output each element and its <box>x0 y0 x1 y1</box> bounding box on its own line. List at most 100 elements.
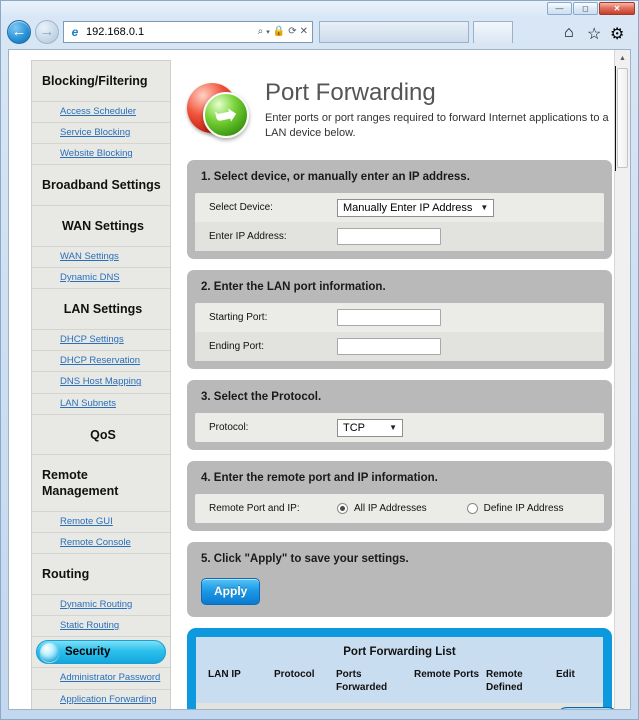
sidebar-item-dynamic-routing[interactable]: Dynamic Routing <box>32 595 170 616</box>
radio-all-ip-addresses[interactable] <box>337 503 348 514</box>
column-header-remote-ports: Remote Ports <box>414 669 480 680</box>
section-2-heading: 2. Enter the LAN port information. <box>201 281 386 293</box>
select-device-row: Select Device: Manually Enter IP Address… <box>195 193 604 222</box>
sidebar-item-dhcp-settings[interactable]: DHCP Settings <box>32 330 170 351</box>
page-header: ➥ Port Forwarding Enter ports or port ra… <box>187 60 612 160</box>
sidebar-item-static-routing[interactable]: Static Routing <box>32 616 170 638</box>
list-header-row: LAN IP Protocol Ports Forwarded Remote P… <box>196 666 603 703</box>
port-forwarding-list: Port Forwarding List LAN IP Protocol Por… <box>196 637 619 709</box>
sidebar: Blocking/Filtering Access Scheduler Serv… <box>31 60 171 710</box>
maximize-button[interactable]: ◻ <box>573 2 598 15</box>
sidebar-item-dynamic-dns[interactable]: Dynamic DNS <box>32 268 170 290</box>
remove-button[interactable]: Remove <box>556 707 619 709</box>
sidebar-item-access-scheduler[interactable]: Access Scheduler <box>32 102 170 123</box>
page-scrollbar[interactable]: ▲ <box>614 50 630 709</box>
green-sphere-icon: ➥ <box>203 92 249 138</box>
radio-define-ip-group[interactable]: Define IP Address <box>466 503 564 514</box>
radio-all-ip-group[interactable]: All IP Addresses <box>337 503 427 514</box>
search-icon[interactable]: ⌕ <box>258 26 264 37</box>
url-text[interactable]: 192.168.0.1 <box>86 26 254 38</box>
refresh-icon[interactable]: ⟳ <box>288 26 296 37</box>
port-forwarding-list-panel: Port Forwarding List LAN IP Protocol Por… <box>187 628 619 709</box>
ending-port-input[interactable] <box>337 338 441 355</box>
enter-ip-row: Enter IP Address: <box>195 222 604 251</box>
apply-button[interactable]: Apply <box>201 578 261 605</box>
browser-tab[interactable] <box>473 20 513 43</box>
favorites-icon[interactable]: ☆ <box>587 24 603 43</box>
address-bar[interactable]: e 192.168.0.1 ⌕ ▾ 🔒 ⟳ ✕ <box>63 20 313 43</box>
protocol-row: Protocol: TCP ▼ <box>195 413 604 442</box>
sidebar-heading-remote-management: Remote Management <box>32 455 170 512</box>
enter-ip-label: Enter IP Address: <box>209 231 287 242</box>
page-viewport: Blocking/Filtering Access Scheduler Serv… <box>8 49 631 710</box>
select-device-value: Manually Enter IP Address <box>343 201 473 214</box>
sidebar-group-wan: WAN Settings WAN Settings Dynamic DNS <box>32 206 170 290</box>
column-header-remote-defined: Remote Defined <box>486 669 523 693</box>
radio-define-ip-address[interactable] <box>466 503 478 514</box>
sidebar-item-dns-host-mapping[interactable]: DNS Host Mapping <box>32 372 170 394</box>
protocol-label: Protocol: <box>209 422 249 433</box>
toolbar-icons: ⌂ ☆ ⚙ <box>564 24 632 43</box>
section-5-heading: 5. Click "Apply" to save your settings. <box>201 553 409 565</box>
page-title: Port Forwarding <box>265 79 436 106</box>
chevron-down-icon: ▼ <box>480 203 489 212</box>
page-header-text: Port Forwarding Enter ports or port rang… <box>265 79 612 141</box>
starting-port-row: Starting Port: <box>195 303 604 332</box>
chevron-down-icon: ▼ <box>389 423 397 432</box>
enter-ip-input[interactable] <box>337 228 441 245</box>
remote-port-row: Remote Port and IP: All IP Addresses Def… <box>195 494 604 523</box>
radio-all-ip-label: All IP Addresses <box>354 503 427 514</box>
close-button[interactable]: ✕ <box>599 2 635 15</box>
list-title: Port Forwarding List <box>343 646 456 658</box>
port-forwarding-icon: ➥ <box>187 80 253 142</box>
scroll-thumb[interactable] <box>617 68 628 168</box>
sidebar-item-dhcp-reservation[interactable]: DHCP Reservation <box>32 351 170 373</box>
sidebar-heading-lan: LAN Settings <box>32 289 170 330</box>
sidebar-item-remote-console[interactable]: Remote Console <box>32 533 170 555</box>
scroll-track-line <box>615 66 616 171</box>
page-description: Enter ports or port ranges required to f… <box>265 112 609 140</box>
sidebar-item-website-blocking[interactable]: Website Blocking <box>32 144 170 166</box>
chevron-down-icon[interactable]: ▾ <box>266 28 270 36</box>
sidebar-heading-qos: QoS <box>32 415 170 456</box>
sidebar-item-administrator-password[interactable]: Administrator Password <box>32 668 170 690</box>
lock-icon: 🔒 <box>272 26 286 37</box>
sidebar-item-wan-settings[interactable]: WAN Settings <box>32 247 170 268</box>
tools-gear-icon[interactable]: ⚙ <box>610 24 626 43</box>
sidebar-group-remote: Remote Management Remote GUI Remote Cons… <box>32 455 170 555</box>
home-icon[interactable]: ⌂ <box>564 24 580 41</box>
minimize-button[interactable]: — <box>547 2 572 15</box>
starting-port-label: Starting Port: <box>209 312 268 323</box>
section-select-device: 1. Select device, or manually enter an I… <box>187 160 612 259</box>
address-bar-icons: ⌕ ▾ 🔒 ⟳ ✕ <box>258 26 308 37</box>
section-remote-port-ip: 4. Enter the remote port and IP informat… <box>187 461 612 531</box>
sidebar-item-security[interactable]: Security <box>36 640 166 665</box>
main-content: ➥ Port Forwarding Enter ports or port ra… <box>187 60 619 709</box>
sidebar-item-lan-subnets[interactable]: LAN Subnets <box>32 394 170 415</box>
stop-icon[interactable]: ✕ <box>300 26 308 37</box>
section-apply: 5. Click "Apply" to save your settings. … <box>187 542 612 617</box>
radio-define-ip-label: Define IP Address <box>483 503 564 514</box>
sidebar-item-application-forwarding[interactable]: Application Forwarding <box>32 690 170 710</box>
protocol-dropdown[interactable]: TCP ▼ <box>337 418 403 437</box>
sidebar-heading-broadband: Broadband Settings <box>32 165 170 206</box>
forward-button[interactable]: → <box>35 19 59 44</box>
select-device-label: Select Device: <box>209 202 273 213</box>
sidebar-item-service-blocking[interactable]: Service Blocking <box>32 123 170 145</box>
starting-port-input[interactable] <box>337 309 441 326</box>
navigation-toolbar: ← → e 192.168.0.1 ⌕ ▾ 🔒 ⟳ ✕ ⌂ ☆ ⚙ <box>1 16 638 47</box>
back-button[interactable]: ← <box>7 19 31 44</box>
column-header-protocol: Protocol <box>274 669 315 680</box>
sidebar-group-blocking: Blocking/Filtering Access Scheduler Serv… <box>32 61 170 166</box>
table-row: 192.168.0.123 TCP 5000 N/A N/A Remove <box>196 703 619 709</box>
sidebar-item-security-label: Security <box>65 646 111 659</box>
sidebar-group-lan: LAN Settings DHCP Settings DHCP Reservat… <box>32 289 170 415</box>
scroll-up-arrow-icon[interactable]: ▲ <box>615 50 630 66</box>
section-2-body: Starting Port: Ending Port: <box>195 303 604 361</box>
section-1-body: Select Device: Manually Enter IP Address… <box>195 193 604 251</box>
column-header-edit: Edit <box>556 669 575 680</box>
search-box[interactable] <box>319 20 469 43</box>
sidebar-item-remote-gui[interactable]: Remote GUI <box>32 512 170 533</box>
column-header-ports-forwarded: Ports Forwarded <box>336 669 388 693</box>
select-device-dropdown[interactable]: Manually Enter IP Address ▼ <box>337 198 495 217</box>
